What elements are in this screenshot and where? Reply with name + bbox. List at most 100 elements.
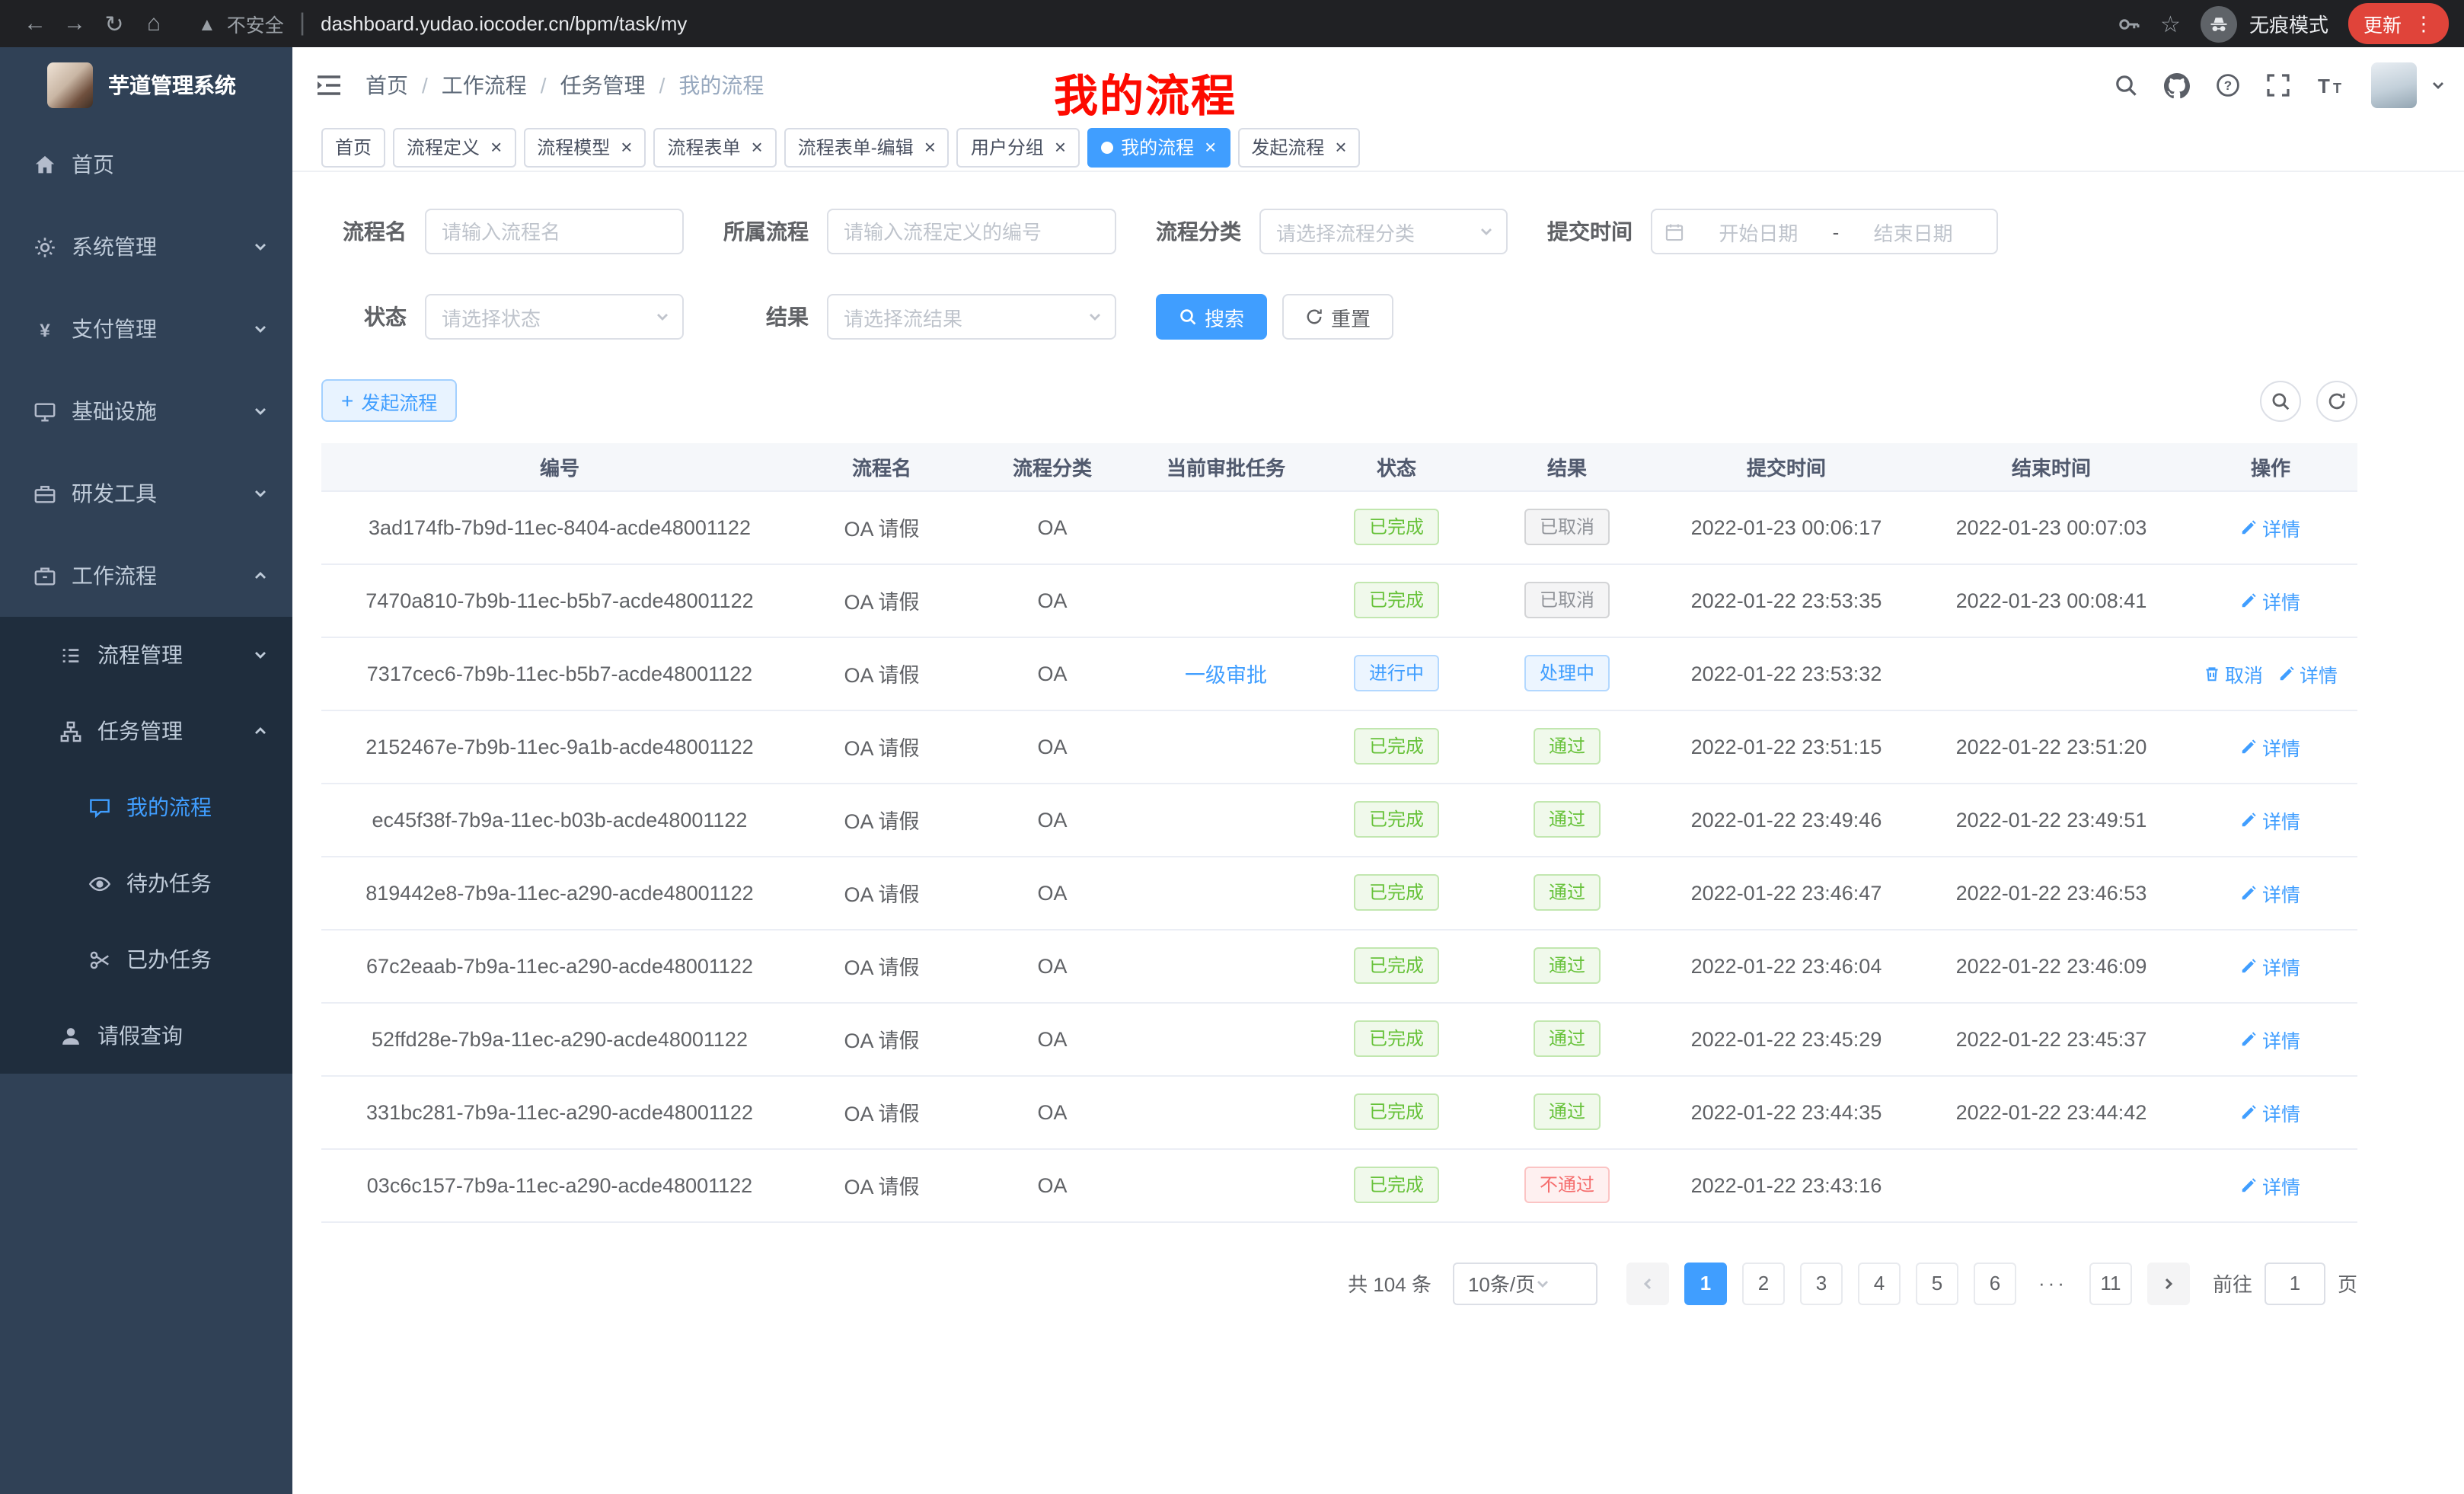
sidebar-item-done-task[interactable]: 已办任务 <box>0 921 292 998</box>
tab-close-icon[interactable]: × <box>490 137 502 157</box>
cell-current-task <box>1139 1002 1313 1075</box>
result-select[interactable]: 请选择流结果 <box>827 294 1116 340</box>
goto-page-input[interactable] <box>2265 1262 2325 1304</box>
page-button[interactable]: 11 <box>2089 1262 2132 1304</box>
search-button[interactable]: 搜索 <box>1156 294 1267 340</box>
filter-form: 流程名 所属流程 流程分类 请选择流程分类 <box>321 209 2357 340</box>
hamburger-icon[interactable] <box>292 73 365 97</box>
tab-home[interactable]: 首页 <box>321 127 385 167</box>
back-icon[interactable]: ← <box>15 11 55 37</box>
detail-link[interactable]: 详情 <box>2241 1024 2300 1053</box>
sidebar-item-home[interactable]: 首页 <box>0 123 292 206</box>
category-select[interactable]: 请选择流程分类 <box>1259 209 1508 254</box>
sidebar-item-workflow[interactable]: 工作流程 <box>0 535 292 617</box>
tab-my-process[interactable]: 我的流程× <box>1087 127 1230 167</box>
tab-process-form-edit[interactable]: 流程表单-编辑× <box>784 127 950 167</box>
help-icon[interactable]: ? <box>2216 73 2240 97</box>
forward-icon[interactable]: → <box>55 11 94 37</box>
approval-task-link[interactable]: 一级审批 <box>1185 664 1267 687</box>
tab-close-icon[interactable]: × <box>924 137 936 157</box>
avatar-caret-down-icon[interactable] <box>2430 78 2446 93</box>
chrome-right-controls: ☆ 无痕模式 更新 ⋮ <box>2116 3 2449 44</box>
breadcrumb-item[interactable]: 任务管理 <box>560 70 646 101</box>
cell-category: OA <box>965 783 1139 856</box>
page-content: 流程名 所属流程 流程分类 请选择流程分类 <box>292 172 2464 1304</box>
detail-link[interactable]: 详情 <box>2241 732 2300 761</box>
page-button[interactable]: 1 <box>1684 1262 1727 1304</box>
refresh-icon-button[interactable] <box>2316 380 2357 421</box>
incognito-label: 无痕模式 <box>2249 9 2328 38</box>
font-size-icon[interactable]: TT <box>2316 73 2345 97</box>
breadcrumb-item[interactable]: 首页 <box>365 70 408 101</box>
sidebar-item-process-mgmt[interactable]: 流程管理 <box>0 617 292 693</box>
detail-link[interactable]: 详情 <box>2278 659 2338 688</box>
detail-link[interactable]: 详情 <box>2241 805 2300 834</box>
detail-link[interactable]: 详情 <box>2241 1097 2300 1126</box>
sidebar-item-my-process[interactable]: 我的流程 <box>0 769 292 845</box>
reset-button[interactable]: 重置 <box>1282 294 1393 340</box>
sidebar-item-infrastructure[interactable]: 基础设施 <box>0 370 292 452</box>
tab-user-group[interactable]: 用户分组× <box>957 127 1080 167</box>
detail-link[interactable]: 详情 <box>2241 1170 2300 1199</box>
filter-row-1: 流程名 所属流程 流程分类 请选择流程分类 <box>321 209 2357 254</box>
tab-close-icon[interactable]: × <box>752 137 763 157</box>
tab-close-icon[interactable]: × <box>1335 137 1346 157</box>
page-button[interactable]: 3 <box>1800 1262 1843 1304</box>
address-bar[interactable]: ▲ 不安全 | dashboard.yudao.iocoder.cn/bpm/t… <box>198 9 687 38</box>
status-select[interactable]: 请选择状态 <box>425 294 684 340</box>
browser-home-icon[interactable]: ⌂ <box>134 11 174 37</box>
browser-update-button[interactable]: 更新 ⋮ <box>2348 3 2449 44</box>
tab-label: 首页 <box>335 134 372 160</box>
sidebar-item-payment[interactable]: ¥支付管理 <box>0 288 292 370</box>
tab-process-definition[interactable]: 流程定义× <box>393 127 515 167</box>
action-label: 详情 <box>2262 512 2300 541</box>
detail-link[interactable]: 详情 <box>2241 878 2300 907</box>
search-icon[interactable] <box>2114 73 2138 97</box>
detail-link[interactable]: 详情 <box>2241 951 2300 980</box>
tab-create-process[interactable]: 发起流程× <box>1237 127 1360 167</box>
reload-icon[interactable]: ↻ <box>94 10 134 37</box>
page-button[interactable]: 2 <box>1742 1262 1785 1304</box>
prev-page-button[interactable] <box>1626 1262 1669 1304</box>
bookmark-star-icon[interactable]: ☆ <box>2160 10 2181 37</box>
sidebar-item-system[interactable]: 系统管理 <box>0 206 292 288</box>
gear-icon <box>32 235 56 259</box>
page-size-select[interactable]: 10条/页 <box>1453 1262 1597 1304</box>
next-page-button[interactable] <box>2147 1262 2190 1304</box>
github-icon[interactable] <box>2164 72 2190 98</box>
page-button[interactable]: 5 <box>1916 1262 1958 1304</box>
user-avatar[interactable] <box>2371 62 2417 108</box>
tab-process-model[interactable]: 流程模型× <box>523 127 646 167</box>
submit-time-range-picker[interactable]: 开始日期 - 结束日期 <box>1651 209 1998 254</box>
tab-close-icon[interactable]: × <box>621 137 632 157</box>
process-key-input[interactable] <box>827 209 1116 254</box>
tab-process-form[interactable]: 流程表单× <box>653 127 776 167</box>
cell-category: OA <box>965 710 1139 783</box>
tab-close-icon[interactable]: × <box>1055 137 1066 157</box>
sidebar-item-leave-query[interactable]: 请假查询 <box>0 998 292 1074</box>
tags-view-bar: 首页流程定义×流程模型×流程表单×流程表单-编辑×用户分组×我的流程×发起流程× <box>292 123 2464 172</box>
tab-close-icon[interactable]: × <box>1205 137 1216 157</box>
key-icon[interactable] <box>2116 11 2140 36</box>
app-logo[interactable]: 芋道管理系统 <box>0 47 292 123</box>
cell-id: 7470a810-7b9b-11ec-b5b7-acde48001122 <box>321 563 798 637</box>
sidebar-item-todo-task[interactable]: 待办任务 <box>0 845 292 921</box>
detail-link[interactable]: 详情 <box>2241 586 2300 615</box>
category-label: 流程分类 <box>1144 216 1259 247</box>
page-button[interactable]: 4 <box>1858 1262 1901 1304</box>
kebab-menu-icon[interactable]: ⋮ <box>2414 11 2434 36</box>
show-search-icon-button[interactable] <box>2260 380 2301 421</box>
cell-end-time: 2022-01-22 23:46:09 <box>1919 929 2184 1002</box>
process-name-input[interactable] <box>425 209 684 254</box>
create-process-button[interactable]: + 发起流程 <box>321 379 457 422</box>
cancel-link[interactable]: 取消 <box>2204 659 2263 688</box>
sidebar-item-devtools[interactable]: 研发工具 <box>0 452 292 535</box>
page-button[interactable]: 6 <box>1974 1262 2016 1304</box>
page-number-list: 123456···11 <box>1677 1262 2140 1304</box>
status-badge: 进行中 <box>1354 655 1439 691</box>
cell-category: OA <box>965 563 1139 637</box>
sidebar-item-task-mgmt[interactable]: 任务管理 <box>0 693 292 769</box>
fullscreen-icon[interactable] <box>2266 73 2290 97</box>
detail-link[interactable]: 详情 <box>2241 512 2300 541</box>
breadcrumb-item[interactable]: 工作流程 <box>442 70 527 101</box>
